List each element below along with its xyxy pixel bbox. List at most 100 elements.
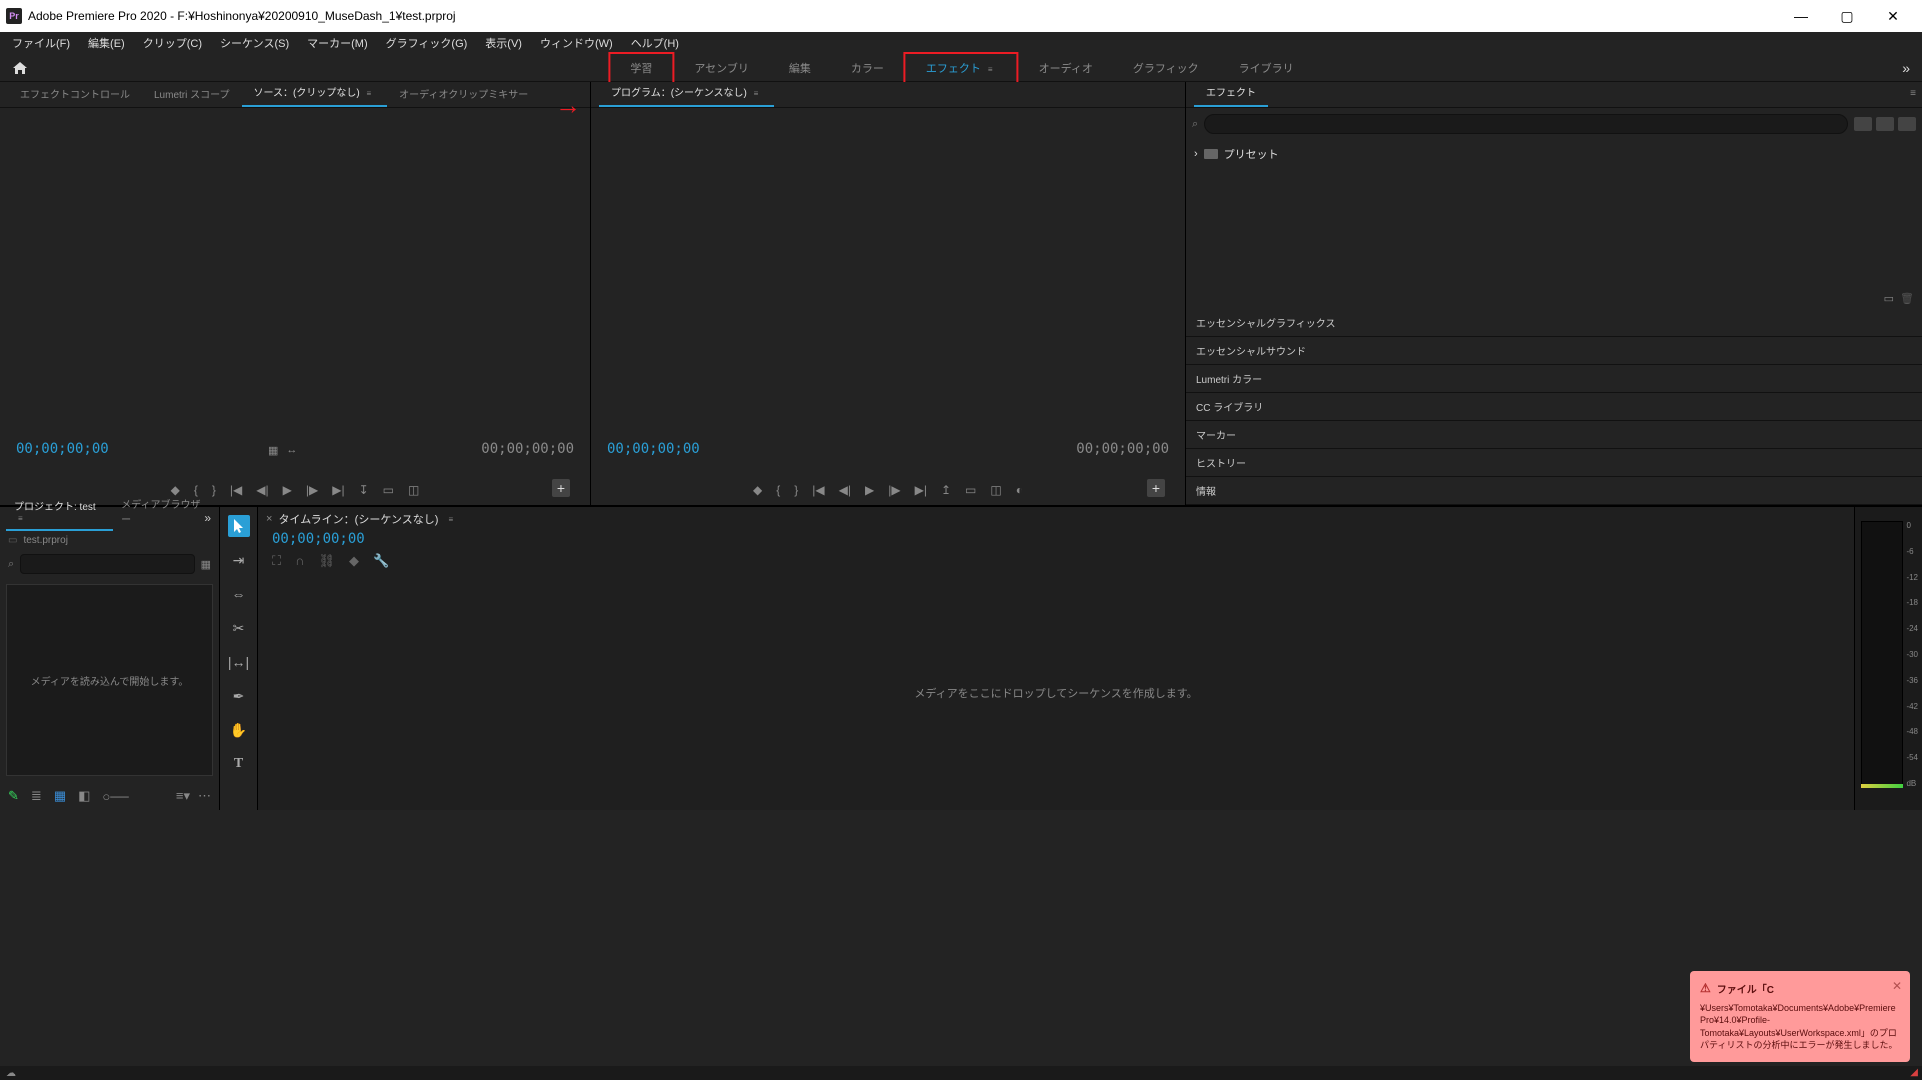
menu-sequence[interactable]: シーケンス(S) bbox=[212, 33, 297, 53]
menu-view[interactable]: 表示(V) bbox=[477, 33, 530, 53]
tab-source-menu-icon[interactable]: ≡ bbox=[362, 89, 375, 98]
marker-icon[interactable]: ◆ bbox=[349, 553, 359, 569]
go-to-out-icon[interactable]: ▶| bbox=[915, 483, 927, 497]
fx-badge-32bit-icon[interactable] bbox=[1876, 117, 1894, 131]
workspace-tab-learn[interactable]: 学習 bbox=[608, 52, 674, 84]
tab-program[interactable]: プログラム：(シーケンスなし) ≡ bbox=[599, 80, 774, 107]
nest-icon[interactable]: ⛶ bbox=[272, 553, 281, 569]
tab-effects[interactable]: エフェクト bbox=[1194, 80, 1268, 107]
comparison-icon[interactable]: ◐ bbox=[1016, 483, 1023, 497]
icon-view-icon[interactable]: ▦ bbox=[54, 788, 66, 804]
step-forward-icon[interactable]: |▶ bbox=[888, 483, 900, 497]
extract-icon[interactable]: ▭ bbox=[965, 483, 976, 497]
fx-badge-accelerated-icon[interactable] bbox=[1854, 117, 1872, 131]
step-back-icon[interactable]: ◀| bbox=[256, 483, 268, 497]
razor-tool-icon[interactable]: ✂ bbox=[228, 617, 250, 639]
workspace-tab-graphics[interactable]: グラフィック bbox=[1113, 54, 1219, 82]
settings-icon[interactable]: 🔧 bbox=[373, 553, 389, 569]
project-search-input[interactable] bbox=[20, 554, 194, 574]
home-icon[interactable] bbox=[12, 61, 32, 75]
mark-in-icon[interactable]: ◆ bbox=[753, 483, 762, 497]
workspace-tab-library[interactable]: ライブラリ bbox=[1219, 54, 1314, 82]
mark-out-bracket-icon[interactable]: } bbox=[794, 483, 798, 497]
list-view-icon[interactable]: ≣ bbox=[31, 788, 42, 804]
side-history[interactable]: ヒストリー bbox=[1186, 449, 1922, 477]
side-markers[interactable]: マーカー bbox=[1186, 421, 1922, 449]
project-view-icon[interactable]: ▦ bbox=[201, 558, 211, 571]
maximize-button[interactable]: ▢ bbox=[1824, 0, 1870, 32]
program-add-button-icon[interactable]: + bbox=[1147, 479, 1165, 497]
mark-in-bracket-icon[interactable]: { bbox=[776, 483, 780, 497]
timeline-menu-icon[interactable]: ≡ bbox=[444, 515, 457, 524]
fx-badge-yuv-icon[interactable] bbox=[1898, 117, 1916, 131]
close-button[interactable]: ✕ bbox=[1870, 0, 1916, 32]
step-back-icon[interactable]: ◀| bbox=[839, 483, 851, 497]
presets-folder[interactable]: › プリセット bbox=[1194, 144, 1914, 164]
go-to-in-icon[interactable]: |◀ bbox=[230, 483, 242, 497]
workspace-tab-editing[interactable]: 編集 bbox=[769, 54, 831, 82]
timeline-timecode[interactable]: 00;00;00;00 bbox=[272, 531, 365, 547]
workspace-tab-audio[interactable]: オーディオ bbox=[1019, 54, 1113, 82]
play-icon[interactable]: ▶ bbox=[283, 483, 292, 497]
go-to-out-icon[interactable]: ▶| bbox=[332, 483, 344, 497]
delete-icon[interactable]: 🗑 bbox=[1900, 292, 1914, 305]
tab-project[interactable]: プロジェクト: test ≡ bbox=[6, 495, 113, 531]
tab-audio-clip-mixer[interactable]: オーディオクリップミキサー bbox=[387, 82, 540, 107]
menu-marker[interactable]: マーカー(M) bbox=[299, 33, 376, 53]
type-tool-icon[interactable]: T bbox=[228, 753, 250, 775]
cloud-sync-icon[interactable]: ☁ bbox=[6, 1068, 16, 1079]
menu-window[interactable]: ウィンドウ(W) bbox=[532, 33, 621, 53]
workspace-more-icon[interactable]: » bbox=[1902, 60, 1910, 76]
side-essential-sound[interactable]: エッセンシャルサウンド bbox=[1186, 337, 1922, 365]
hand-tool-icon[interactable]: ✋ bbox=[228, 719, 250, 741]
new-bin-icon[interactable]: ▭ bbox=[1884, 292, 1894, 305]
ripple-edit-tool-icon[interactable]: ⇔ bbox=[228, 583, 250, 605]
menu-help[interactable]: ヘルプ(H) bbox=[623, 33, 687, 53]
side-lumetri-color[interactable]: Lumetri カラー bbox=[1186, 365, 1922, 393]
side-info[interactable]: 情報 bbox=[1186, 477, 1922, 505]
safe-margin-icon[interactable]: ↔ bbox=[286, 444, 297, 457]
toast-close-icon[interactable]: ✕ bbox=[1892, 979, 1902, 993]
project-tabs-more-icon[interactable]: » bbox=[204, 511, 211, 525]
export-frame-icon[interactable]: ◫ bbox=[408, 483, 419, 497]
lift-icon[interactable]: ↥ bbox=[941, 483, 951, 497]
insert-icon[interactable]: ↧ bbox=[359, 483, 369, 497]
workspace-tab-effects-menu-icon[interactable]: ≡ bbox=[984, 65, 997, 74]
tab-project-menu-icon[interactable]: ≡ bbox=[14, 514, 27, 523]
fit-icon[interactable]: ▦ bbox=[268, 444, 278, 457]
timeline-close-icon[interactable]: × bbox=[266, 513, 272, 525]
menu-edit[interactable]: 編集(E) bbox=[80, 33, 133, 53]
tab-source[interactable]: ソース：(クリップなし) ≡ bbox=[242, 80, 388, 107]
snap-icon[interactable]: ∩ bbox=[295, 553, 304, 569]
warning-icon[interactable]: ◢ bbox=[1910, 1067, 1918, 1078]
source-add-button-icon[interactable]: + bbox=[552, 479, 570, 497]
menu-clip[interactable]: クリップ(C) bbox=[135, 33, 210, 53]
effects-panel-menu-icon[interactable]: ≡ bbox=[1910, 88, 1916, 99]
program-time-left[interactable]: 00;00;00;00 bbox=[607, 441, 700, 457]
menu-graphic[interactable]: グラフィック(G) bbox=[378, 33, 476, 53]
workspace-tab-color[interactable]: カラー bbox=[831, 54, 904, 82]
zoom-slider-icon[interactable]: ○── bbox=[102, 789, 128, 804]
step-forward-icon[interactable]: |▶ bbox=[306, 483, 318, 497]
project-bin[interactable]: メディアを読み込んで開始します。 bbox=[6, 584, 213, 776]
sort-icon[interactable]: ≡▾ bbox=[176, 788, 190, 804]
timeline-empty[interactable]: メディアをここにドロップしてシーケンスを作成します。 bbox=[258, 575, 1854, 810]
tab-program-menu-icon[interactable]: ≡ bbox=[750, 89, 763, 98]
track-select-tool-icon[interactable]: ⇥ bbox=[228, 549, 250, 571]
side-essential-graphics[interactable]: エッセンシャルグラフィックス bbox=[1186, 309, 1922, 337]
auto-sequence-icon[interactable]: ⋯ bbox=[198, 788, 211, 804]
effects-search-input[interactable] bbox=[1204, 114, 1848, 134]
play-icon[interactable]: ▶ bbox=[865, 483, 874, 497]
selection-tool-icon[interactable] bbox=[228, 515, 250, 537]
tab-media-browser[interactable]: メディアブラウザー bbox=[113, 493, 213, 531]
freeform-view-icon[interactable]: ◧ bbox=[78, 788, 90, 804]
export-frame-icon[interactable]: ◫ bbox=[990, 483, 1001, 497]
side-cc-libraries[interactable]: CC ライブラリ bbox=[1186, 393, 1922, 421]
menu-file[interactable]: ファイル(F) bbox=[4, 33, 78, 53]
tab-effect-controls[interactable]: エフェクトコントロール bbox=[8, 82, 142, 107]
timeline-title[interactable]: タイムライン：(シーケンスなし) bbox=[278, 511, 438, 527]
linked-selection-icon[interactable]: ⛓ bbox=[318, 553, 335, 569]
minimize-button[interactable]: — bbox=[1778, 0, 1824, 32]
slip-tool-icon[interactable]: |↔| bbox=[228, 651, 250, 673]
go-to-in-icon[interactable]: |◀ bbox=[812, 483, 824, 497]
